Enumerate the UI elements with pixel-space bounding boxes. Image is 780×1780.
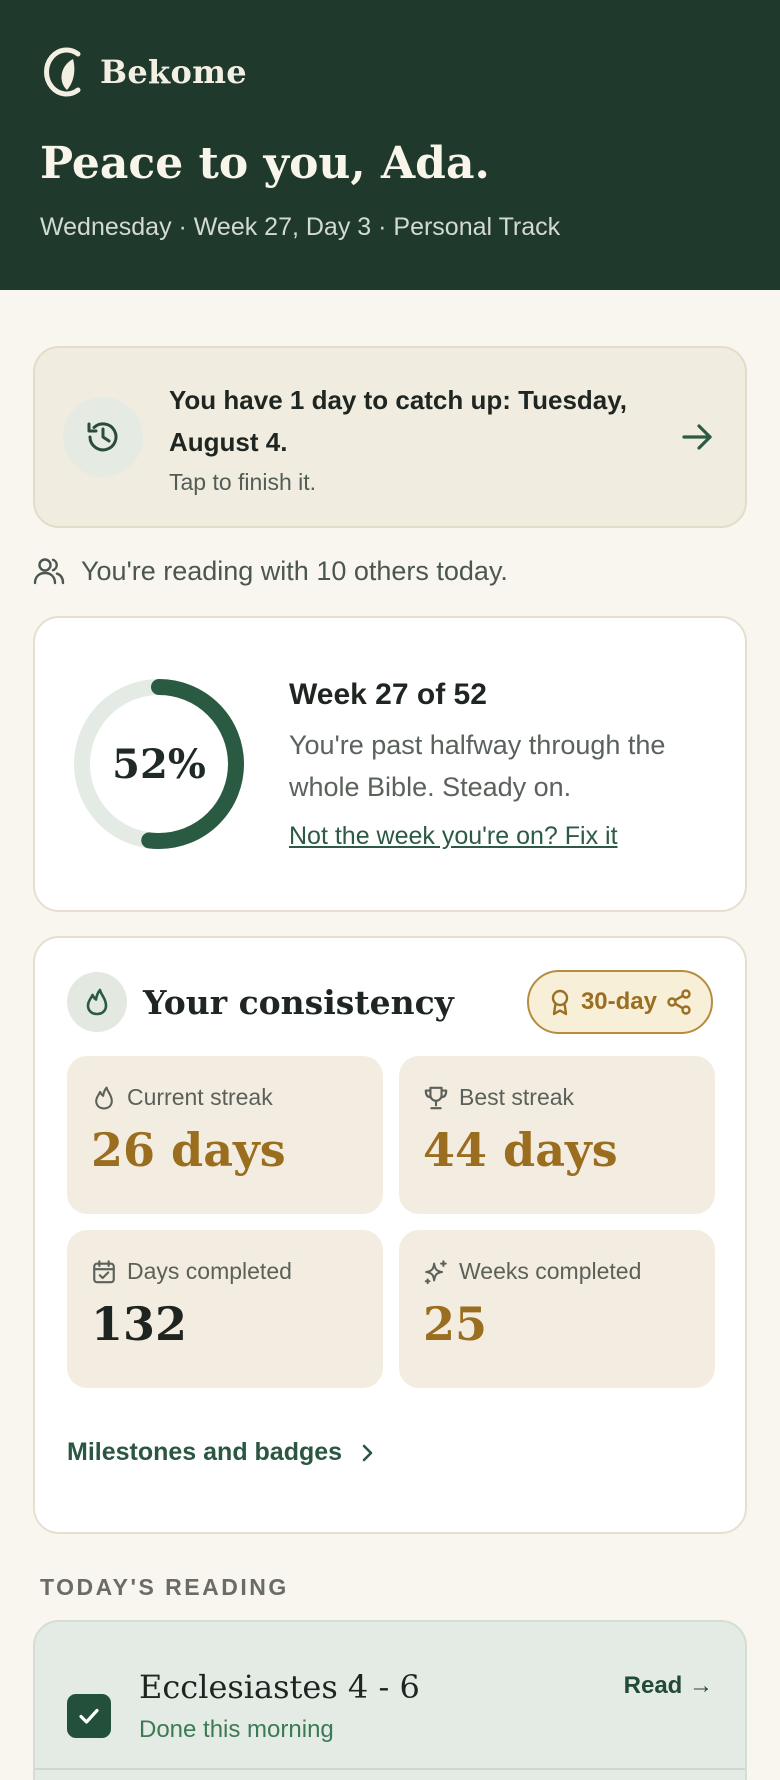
stat-label: Days completed bbox=[127, 1258, 292, 1284]
award-icon bbox=[551, 989, 569, 1016]
check-icon bbox=[79, 1708, 99, 1724]
app-header: Bekome Peace to you, Ada. Wednesday · We… bbox=[0, 0, 780, 290]
stat-current-streak: Current streak 26 days bbox=[67, 1056, 383, 1214]
stat-label: Weeks completed bbox=[459, 1258, 642, 1284]
badge-label: 30-day bbox=[580, 988, 657, 1015]
divider bbox=[35, 1768, 745, 1770]
read-link[interactable]: Read → bbox=[624, 1672, 713, 1780]
co-readers-text: You're reading with 10 others today. bbox=[81, 555, 508, 586]
greeting-title: Peace to you, Ada. bbox=[40, 138, 490, 189]
week-progress-body: You're past halfway through the whole Bi… bbox=[289, 729, 666, 802]
brand-name: Bekome bbox=[100, 53, 247, 91]
stat-best-streak: Best streak 44 days bbox=[399, 1056, 715, 1214]
progress-percent: 52% bbox=[112, 740, 206, 788]
completed-checkbox[interactable] bbox=[67, 1694, 111, 1738]
fix-week-link[interactable]: Not the week you're on? Fix it bbox=[289, 822, 618, 851]
reading-title: Ecclesiastes 4 - 6 bbox=[139, 1668, 420, 1706]
week-progress-title: Week 27 of 52 bbox=[289, 677, 487, 711]
co-readers-row: You're reading with 10 others today. bbox=[33, 555, 508, 587]
stat-value: 25 bbox=[423, 1297, 488, 1351]
catch-up-title: You have 1 day to catch up: Tuesday, Aug… bbox=[169, 384, 627, 457]
milestones-label: Milestones and badges bbox=[67, 1438, 343, 1466]
progress-card: 52% Week 27 of 52 You're past halfway th… bbox=[33, 616, 747, 912]
arrow-right-icon[interactable] bbox=[677, 417, 717, 457]
stat-value: 26 days bbox=[91, 1123, 286, 1177]
history-icon bbox=[63, 397, 143, 477]
sparkle-icon bbox=[424, 1259, 447, 1284]
users-icon bbox=[33, 558, 65, 585]
progress-ring: 52% bbox=[71, 676, 247, 852]
stat-label: Current streak bbox=[127, 1084, 273, 1110]
leaf-c-logo-icon bbox=[44, 47, 81, 97]
catch-up-subtitle: Tap to finish it. bbox=[169, 468, 317, 495]
share-icon bbox=[667, 989, 691, 1015]
section-label-todays-reading: TODAY'S READING bbox=[40, 1574, 289, 1600]
stat-value: 132 bbox=[91, 1297, 188, 1351]
share-badge-button[interactable]: 30-day bbox=[526, 970, 713, 1034]
stat-label: Best streak bbox=[459, 1084, 575, 1110]
stat-value: 44 days bbox=[423, 1123, 618, 1177]
chevron-right-icon bbox=[362, 1444, 373, 1461]
todays-reading-card[interactable]: Ecclesiastes 4 - 6 Done this morning Rea… bbox=[33, 1620, 747, 1780]
trophy-icon bbox=[424, 1086, 448, 1109]
flame-icon bbox=[95, 1086, 113, 1109]
stat-days-completed: Days completed 132 bbox=[67, 1230, 383, 1388]
brand[interactable]: Bekome bbox=[40, 46, 740, 98]
flame-icon bbox=[67, 972, 127, 1032]
plan-subtitle: Wednesday · Week 27, Day 3 · Personal Tr… bbox=[40, 213, 561, 241]
calendar-check-icon bbox=[93, 1259, 115, 1283]
reading-status: Done this morning bbox=[139, 1716, 334, 1743]
milestones-link[interactable]: Milestones and badges bbox=[67, 1438, 713, 1467]
stat-weeks-completed: Weeks completed 25 bbox=[399, 1230, 715, 1388]
consistency-card: Your consistency 30-day Current streak 2… bbox=[33, 936, 747, 1534]
catch-up-card[interactable]: You have 1 day to catch up: Tuesday, Aug… bbox=[33, 346, 747, 528]
consistency-title: Your consistency bbox=[143, 982, 454, 1022]
